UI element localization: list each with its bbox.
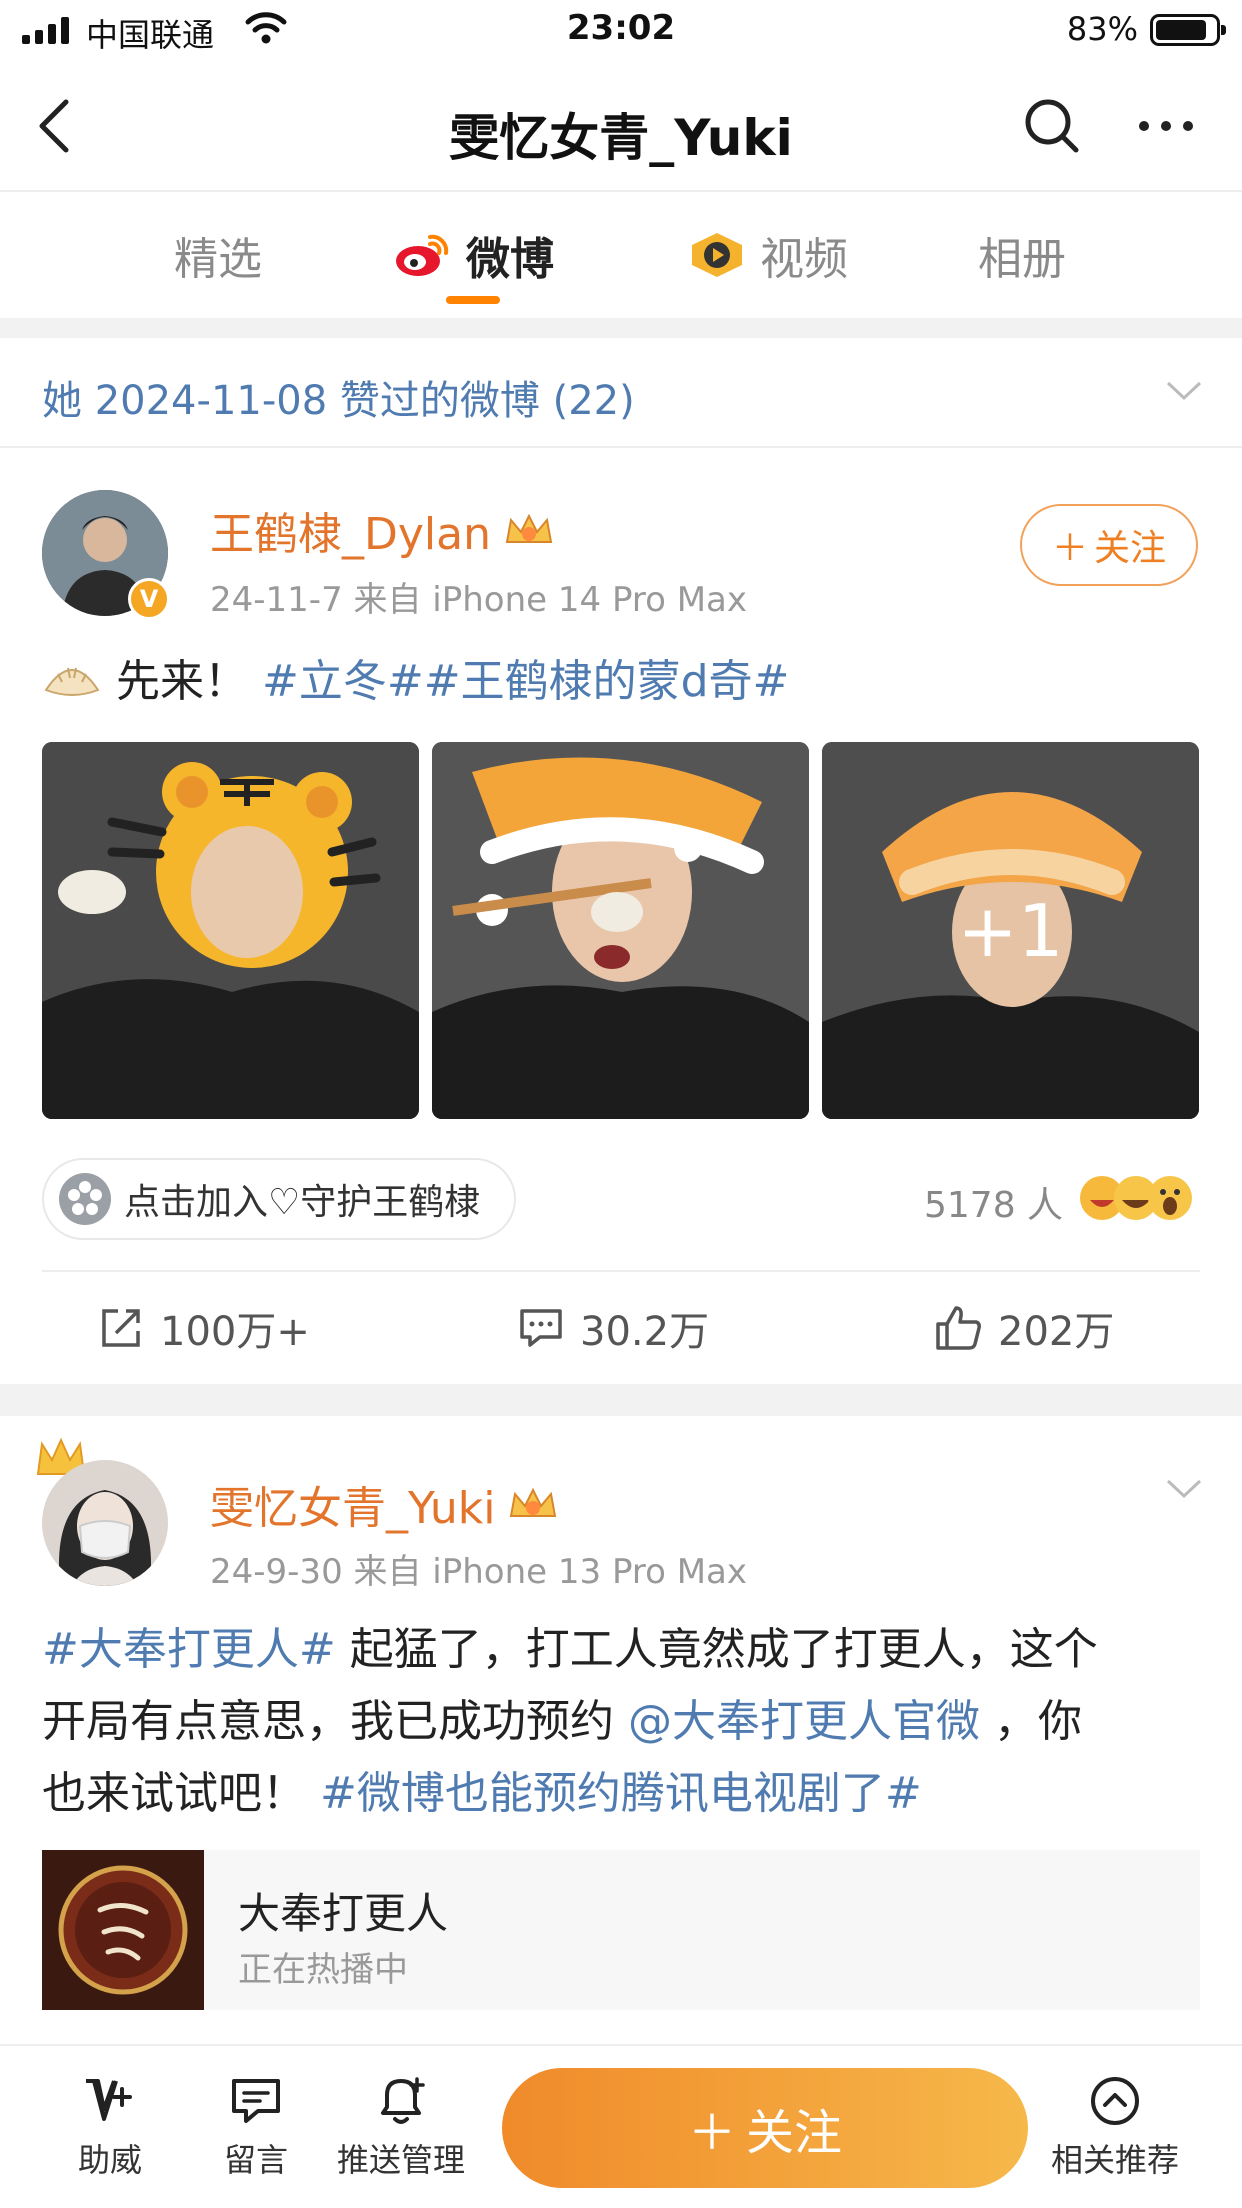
tab-label: 微博 — [466, 234, 554, 285]
chevron-up-circle-icon — [1091, 2077, 1139, 2125]
battery-percent: 83% — [1066, 10, 1138, 48]
post-text: 也来试试吧！ #微博也能预约腾讯电视剧了# — [42, 1758, 922, 1830]
post-body: 开局有点意思，我已成功预约 — [42, 1696, 628, 1747]
like-count: 202万 — [998, 1309, 1115, 1355]
crown-badge-icon — [505, 513, 553, 543]
chevron-down-icon[interactable] — [1164, 378, 1204, 404]
post-body: 起猛了，打工人竟然成了打更人，这个 — [335, 1624, 1098, 1675]
post-meta: 24-11-7 来自 iPhone 14 Pro Max — [210, 580, 747, 620]
post-body: ，你 — [980, 1696, 1082, 1747]
mention-link[interactable]: @大奉打更人官微 — [628, 1696, 980, 1747]
weibo-logo-icon — [392, 231, 452, 279]
drama-title: 大奉打更人 — [238, 1889, 449, 1938]
comment-count: 30.2万 — [580, 1309, 710, 1355]
post-photo[interactable] — [432, 742, 809, 1119]
tab-video[interactable]: 视频 — [688, 192, 848, 318]
avatar[interactable] — [42, 1460, 168, 1586]
post-text: 先来！ #立冬##王鹤棣的蒙d奇# — [42, 646, 789, 718]
push-settings-button[interactable]: 推送管理 — [336, 2046, 466, 2208]
related-recommend-button[interactable]: 相关推荐 — [1050, 2046, 1180, 2208]
author-name: 王鹤棣_Dylan — [210, 509, 491, 560]
follow-main-button[interactable]: ＋ 关注 — [502, 2068, 1028, 2188]
crown-badge-icon — [510, 1487, 557, 1517]
like-button[interactable]: 202万 — [934, 1300, 1114, 1356]
comment-icon — [520, 1309, 562, 1347]
hashtag-link[interactable]: #大奉打更人# — [42, 1624, 336, 1675]
support-label: 助威 — [77, 2141, 142, 2179]
divider — [42, 1270, 1200, 1272]
follow-label: 关注 — [1094, 528, 1167, 569]
tab-label: 相册 — [978, 234, 1066, 285]
plus-icon: ＋ — [687, 2105, 736, 2161]
profile-tabs: 精选 微博 视频 相册 — [0, 192, 1242, 318]
tab-label: 精选 — [174, 234, 262, 285]
liked-posts-label: 她 2024-11-08 赞过的微博 (22) — [42, 378, 635, 424]
reaction-emojis-icon — [1080, 1176, 1192, 1220]
post-photo[interactable]: +1 — [822, 742, 1199, 1119]
section-gap — [0, 1384, 1242, 1416]
message-label: 留言 — [223, 2141, 288, 2179]
support-button[interactable]: 助威 — [60, 2046, 160, 2208]
fan-count: 5178 人 — [924, 1185, 1064, 1226]
post-text: #大奉打更人# 起猛了，打工人竟然成了打更人，这个 — [42, 1614, 1098, 1686]
drama-status: 正在热播中 — [238, 1950, 408, 1990]
bell-plus-icon — [381, 2077, 425, 2124]
search-icon[interactable] — [1020, 94, 1084, 158]
repost-icon — [102, 1309, 140, 1347]
follow-button[interactable]: ＋ 关注 — [1020, 504, 1198, 586]
bottom-toolbar: 助威 留言 推送管理 ＋ 关注 相关推荐 — [0, 2044, 1242, 2208]
nav-bar: 雯忆女青_Yuki — [0, 62, 1242, 192]
more-photos-count: +1 — [957, 888, 1064, 973]
fan-group-pill[interactable]: 点击加入♡守护王鹤棣 — [42, 1158, 516, 1240]
section-gap — [0, 318, 1242, 338]
follow-main-label: 关注 — [746, 2105, 843, 2161]
dumpling-emoji-icon — [42, 654, 102, 702]
flower-icon — [58, 1172, 112, 1226]
message-button[interactable]: 留言 — [206, 2046, 306, 2208]
tab-featured[interactable]: 精选 — [174, 192, 262, 318]
repost-button[interactable]: 100万+ — [98, 1300, 310, 1356]
tab-label: 视频 — [760, 234, 848, 285]
repost-count: 100万+ — [160, 1309, 310, 1355]
tab-album[interactable]: 相册 — [978, 192, 1066, 318]
more-icon[interactable] — [1134, 102, 1198, 150]
thumbs-up-icon — [936, 1306, 981, 1350]
plus-icon: ＋ — [1051, 528, 1088, 569]
verified-badge-icon: V — [128, 578, 170, 620]
post-body: 也来试试吧！ — [42, 1768, 320, 1819]
support-v-icon — [86, 2079, 132, 2121]
hashtag-link[interactable]: #微博也能预约腾讯电视剧了# — [320, 1768, 922, 1819]
active-tab-indicator — [446, 296, 500, 304]
post-author[interactable]: 王鹤棣_Dylan — [210, 498, 557, 562]
video-icon — [688, 231, 746, 279]
message-icon — [232, 2079, 280, 2123]
post-photo[interactable] — [42, 742, 419, 1119]
post-body: 先来！ — [116, 656, 248, 707]
liked-posts-header[interactable]: 她 2024-11-08 赞过的微博 (22) — [0, 338, 1242, 448]
drama-poster — [42, 1850, 204, 2010]
status-bar: 中国联通 23:02 83% — [0, 0, 1242, 62]
post-text: 开局有点意思，我已成功预约 @大奉打更人官微 ，你 — [42, 1686, 1082, 1758]
hashtag-link[interactable]: #立冬##王鹤棣的蒙d奇# — [262, 656, 789, 707]
comment-button[interactable]: 30.2万 — [518, 1300, 709, 1356]
push-settings-label: 推送管理 — [336, 2141, 465, 2179]
chevron-down-icon[interactable] — [1164, 1476, 1204, 1502]
post-meta: 24-9-30 来自 iPhone 13 Pro Max — [210, 1552, 747, 1592]
fan-group-label: 点击加入♡守护王鹤棣 — [124, 1182, 481, 1223]
author-name: 雯忆女青_Yuki — [210, 1483, 496, 1534]
drama-card[interactable]: 大奉打更人 正在热播中 — [42, 1850, 1200, 2010]
battery-icon — [1150, 14, 1226, 46]
related-recommend-label: 相关推荐 — [1050, 2141, 1179, 2179]
post-author[interactable]: 雯忆女青_Yuki — [210, 1472, 561, 1536]
clock: 23:02 — [566, 8, 676, 48]
